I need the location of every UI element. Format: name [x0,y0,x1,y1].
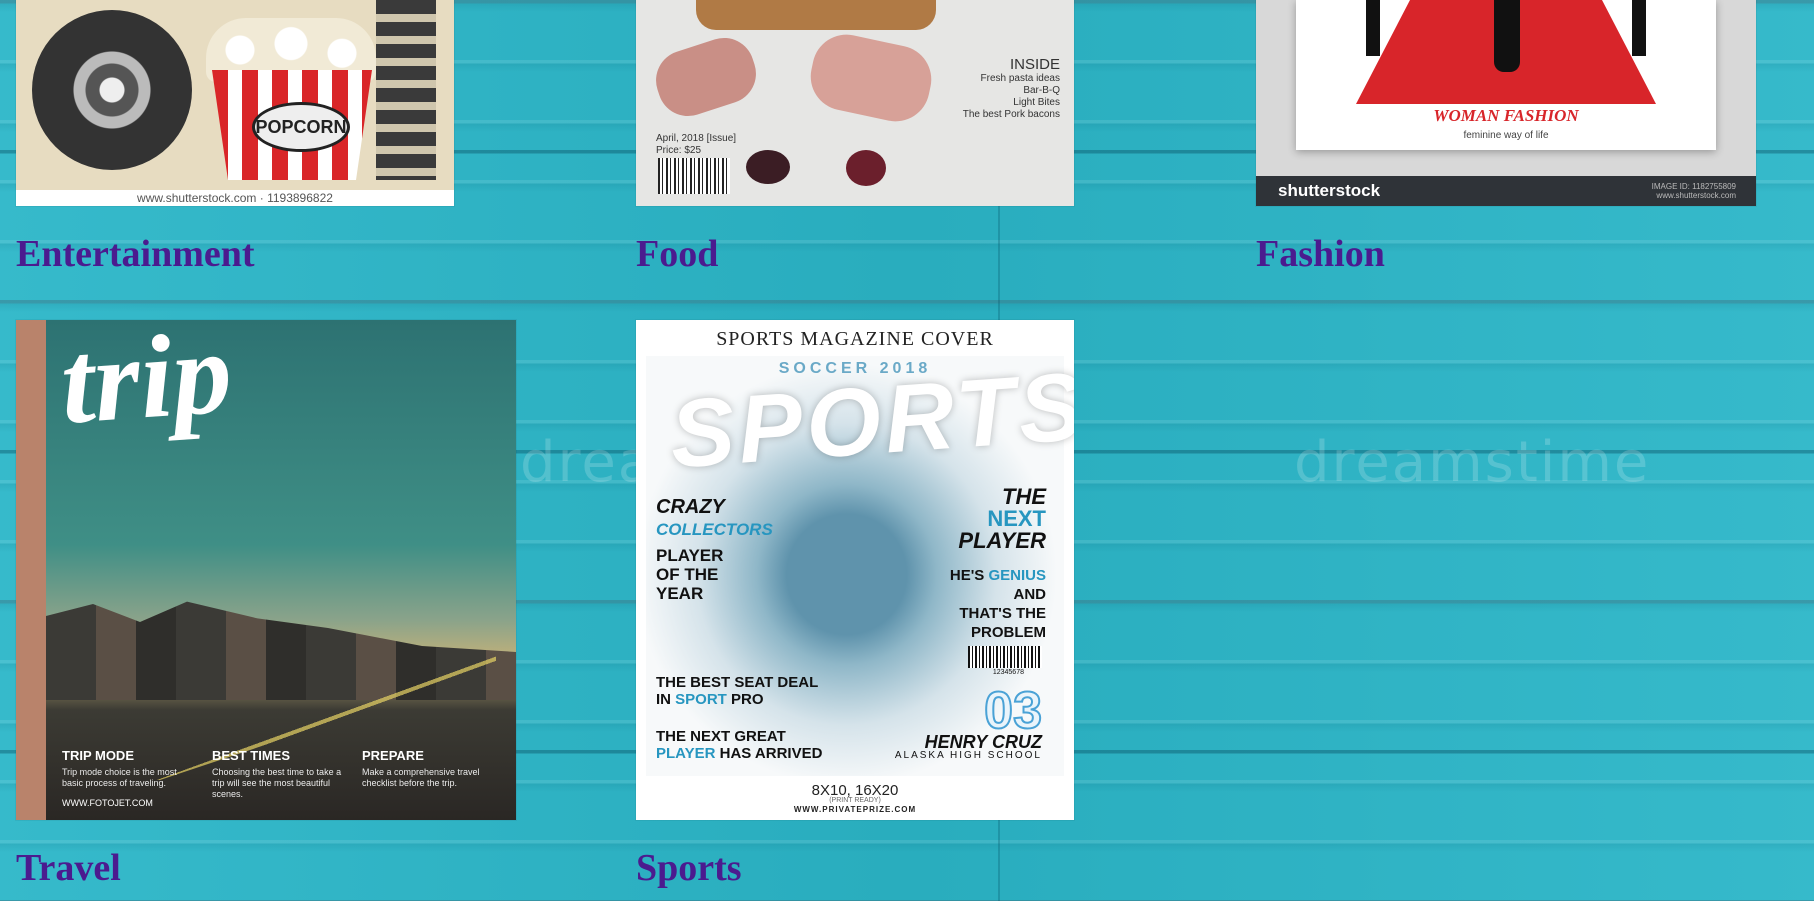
olive-illustration [746,150,790,184]
genius-line: AND [1013,586,1047,603]
poy-line: PLAYER [656,546,724,565]
issue-info: April, 2018 [Issue] Price: $25 [656,133,736,157]
barcode-icon [968,646,1042,668]
travel-column: TRIP MODE Trip mode choice is the most b… [62,748,200,800]
column-heading: TRIP MODE [62,748,134,763]
sports-cover-header: SPORTS MAGAZINE COVER [716,328,994,350]
fashion-cover-subtitle: feminine way of life [1463,130,1549,141]
sports-cover-url: WWW.PRIVATEPRIZE.COM [793,805,917,814]
school-name: ALASKA HIGH SCHOOL [894,750,1042,761]
barcode-icon [658,158,730,194]
print-ready-text: (PRINT READY) [829,797,881,804]
watermark: dreamstime [1294,430,1651,495]
category-label-food[interactable]: Food [636,232,718,276]
poy-line: OF THE [656,565,719,584]
crazy-text: CRAZY [656,496,725,518]
film-reel-illustration [32,10,192,170]
genius-line: THAT'S THE [959,605,1046,622]
seat-fragment: SPORT [675,691,727,708]
cover-inside-block: INSIDE Fresh pasta ideas Bar-B-Q Light B… [963,56,1060,121]
genius-line: HE'S GENIUS [950,566,1046,585]
collectors-text: COLLECTORS [656,520,773,539]
black-frame-illustration [1366,0,1380,56]
barcode-number: 12345678 [992,669,1024,676]
bacon-roll-illustration [648,30,764,124]
next-player-line: NEXT [987,506,1046,531]
poy-line: YEAR [656,584,704,603]
image-id: IMAGE ID: 1182755809 [1651,182,1736,191]
entertainment-cover-image[interactable]: POPCORN www.shutterstock.com · 119389682… [16,0,454,206]
genius-fragment: GENIUS [988,567,1046,584]
seat-line: THE BEST SEAT DEAL [656,674,819,691]
great-line: THE NEXT GREAT [656,728,786,745]
model-silhouette-illustration [1494,0,1520,72]
category-label-travel[interactable]: Travel [16,846,121,890]
category-label-fashion[interactable]: Fashion [1256,232,1385,276]
travel-cover-title: trip [56,320,236,449]
inside-line: Bar-B-Q [1023,85,1060,96]
fashion-card: WOMAN FASHION feminine way of life [1296,0,1716,150]
category-label-sports[interactable]: Sports [636,846,742,890]
site-url: www.shutterstock.com [1656,191,1736,200]
bacon-roll-illustration [804,28,938,128]
player-of-year-text: PLAYER OF THE YEAR [656,546,723,603]
column-text: Trip mode choice is the most basic proce… [62,767,177,788]
issue-date: April, 2018 [Issue] [656,133,737,144]
travel-columns: TRIP MODE Trip mode choice is the most b… [46,748,516,800]
genius-fragment: HE'S [949,567,989,584]
travel-cover-url: WWW.FOTOJET.COM [62,798,153,808]
great-line: PLAYER HAS ARRIVED [656,745,822,762]
travel-column: PREPARE Make a comprehensive travel chec… [362,748,500,800]
next-player-line: THE [1002,484,1046,509]
inside-line: Fresh pasta ideas [980,73,1061,84]
player-name: HENRY CRUZ [924,732,1042,752]
image-id-text: IMAGE ID: 1182755809 www.shutterstock.com [1652,182,1736,200]
seat-deal-text: THE BEST SEAT DEAL IN SPORT PRO [656,674,818,708]
black-frame-illustration [1632,0,1646,56]
travel-column: BEST TIMES Choosing the best time to tak… [212,748,350,800]
cover-sidebar-stripe [16,320,46,820]
popcorn-sign: POPCORN [252,102,350,152]
inside-line: The best Pork bacons [962,109,1060,120]
genius-text: HE'S GENIUS AND THAT'S THE PROBLEM [950,566,1046,642]
cover-footer-text: www.shutterstock.com · 1193896822 [16,190,454,206]
inside-line: Light Bites [1013,97,1060,108]
next-great-text: THE NEXT GREAT PLAYER HAS ARRIVED [656,728,822,762]
next-player-line: PLAYER [958,528,1046,553]
great-fragment: PLAYER [656,745,716,762]
category-label-entertainment[interactable]: Entertainment [16,232,255,276]
sports-cover-image[interactable]: SPORTS MAGAZINE COVER SOCCER 2018 SPORTS… [636,320,1074,820]
food-cover-image[interactable]: INSIDE Fresh pasta ideas Bar-B-Q Light B… [636,0,1074,206]
next-player-text: THE NEXT PLAYER [958,486,1046,552]
column-text: Choosing the best time to take a trip wi… [212,767,342,799]
genius-line: PROBLEM [971,624,1046,641]
seat-fragment: PRO [726,691,764,708]
inside-heading: INSIDE [1009,56,1060,73]
seat-fragment: IN [656,691,676,708]
travel-cover-image[interactable]: trip TRIP MODE Trip mode choice is the m… [16,320,516,820]
bread-illustration [696,0,936,30]
fashion-cover-title: WOMAN FASHION [1433,106,1579,125]
column-heading: BEST TIMES [212,748,291,763]
issue-price: Price: $25 [656,145,702,156]
fashion-cover-image[interactable]: WOMAN FASHION feminine way of life shutt… [1256,0,1756,206]
player-name-block: HENRY CRUZ ALASKA HIGH SCHOOL [894,732,1042,761]
sports-cover-art: SOCCER 2018 SPORTS CRAZY COLLECTORS PLAY… [646,353,1074,776]
shutterstock-bar: shutterstock IMAGE ID: 1182755809 www.shu… [1256,176,1756,206]
olive-illustration [846,150,886,186]
column-heading: PREPARE [362,748,424,763]
great-fragment: HAS ARRIVED [715,745,823,762]
film-strip-illustration [376,0,436,180]
shutterstock-logo: shutterstock [1278,181,1381,200]
column-text: Make a comprehensive travel checklist be… [362,767,480,788]
seat-line: IN SPORT PRO [656,691,818,708]
